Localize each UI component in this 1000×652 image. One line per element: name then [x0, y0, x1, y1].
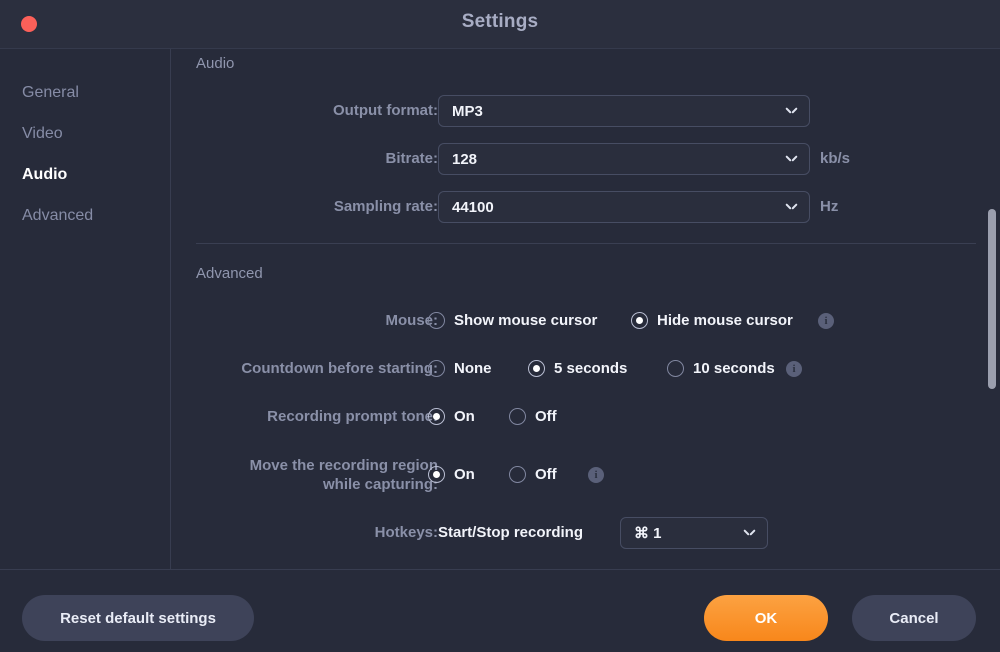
hotkey-value: ⌘ 1	[634, 518, 662, 549]
window-title: Settings	[0, 11, 1000, 33]
section-heading-advanced: Advanced	[196, 265, 263, 282]
info-icon-countdown[interactable]	[786, 361, 802, 377]
output-format-select[interactable]: MP3	[438, 95, 810, 127]
chevron-down-icon	[786, 203, 797, 210]
radio-countdown-10-seconds[interactable]	[667, 360, 684, 377]
sidebar-item-general[interactable]: General	[22, 84, 79, 102]
label-move-region-line1: Move the recording region	[250, 457, 438, 474]
sampling-rate-select[interactable]: 44100	[438, 191, 810, 223]
radio-move-region-off[interactable]	[509, 466, 526, 483]
section-divider	[196, 243, 976, 244]
label-show-mouse-cursor[interactable]: Show mouse cursor	[454, 305, 597, 337]
label-move-region: Move the recording region while capturin…	[172, 456, 438, 494]
settings-sidebar: General Video Audio Advanced	[0, 49, 171, 569]
label-move-region-off[interactable]: Off	[535, 459, 557, 491]
sidebar-item-video[interactable]: Video	[22, 125, 63, 143]
content-scrollbar[interactable]	[988, 50, 996, 569]
label-prompt-tone: Recording prompt tone:	[172, 401, 438, 433]
unit-bitrate: kb/s	[820, 143, 850, 175]
sidebar-item-advanced[interactable]: Advanced	[22, 207, 93, 225]
row-output-format: Output format: MP3	[172, 95, 1000, 127]
row-sampling-rate: Sampling rate: 44100 Hz	[172, 191, 1000, 223]
label-countdown: Countdown before starting:	[172, 353, 438, 385]
label-countdown-5-seconds[interactable]: 5 seconds	[554, 353, 627, 385]
sampling-rate-value: 44100	[452, 192, 494, 223]
radio-show-mouse-cursor[interactable]	[428, 312, 445, 329]
cancel-button[interactable]: Cancel	[852, 595, 976, 641]
output-format-value: MP3	[452, 96, 483, 127]
title-bar: Settings	[0, 0, 1000, 48]
row-move-region: Move the recording region while capturin…	[172, 459, 1000, 491]
label-move-region-line2: while capturing:	[323, 476, 438, 493]
settings-content: Audio Output format: MP3 Bitrate: 128 kb…	[172, 49, 1000, 569]
reset-default-settings-button[interactable]: Reset default settings	[22, 595, 254, 641]
row-mouse: Mouse: Show mouse cursor Hide mouse curs…	[172, 305, 1000, 337]
chevron-down-icon	[786, 107, 797, 114]
radio-hide-mouse-cursor[interactable]	[631, 312, 648, 329]
label-mouse: Mouse:	[172, 305, 438, 337]
radio-move-region-on[interactable]	[428, 466, 445, 483]
radio-countdown-none[interactable]	[428, 360, 445, 377]
chevron-down-icon	[744, 529, 755, 536]
sidebar-item-audio[interactable]: Audio	[22, 166, 67, 184]
radio-countdown-5-seconds[interactable]	[528, 360, 545, 377]
label-prompt-tone-on[interactable]: On	[454, 401, 475, 433]
radio-prompt-tone-on[interactable]	[428, 408, 445, 425]
label-prompt-tone-off[interactable]: Off	[535, 401, 557, 433]
row-bitrate: Bitrate: 128 kb/s	[172, 143, 1000, 175]
label-hide-mouse-cursor[interactable]: Hide mouse cursor	[657, 305, 793, 337]
section-heading-audio: Audio	[196, 55, 234, 72]
hotkey-select[interactable]: ⌘ 1	[620, 517, 768, 549]
dialog-footer: Reset default settings OK Cancel	[0, 569, 1000, 652]
info-icon-hide-mouse-cursor[interactable]	[818, 313, 834, 329]
label-countdown-10-seconds[interactable]: 10 seconds	[693, 353, 775, 385]
bitrate-select[interactable]: 128	[438, 143, 810, 175]
settings-window: Settings General Video Audio Advanced Au…	[0, 0, 1000, 652]
chevron-down-icon	[786, 155, 797, 162]
label-bitrate: Bitrate:	[172, 143, 438, 175]
label-hotkeys: Hotkeys:	[172, 517, 438, 549]
dialog-body: General Video Audio Advanced Audio Outpu…	[0, 48, 1000, 569]
row-countdown: Countdown before starting: None 5 second…	[172, 353, 1000, 385]
row-hotkeys: Hotkeys: Start/Stop recording ⌘ 1	[172, 517, 1000, 549]
row-prompt-tone: Recording prompt tone: On Off	[172, 401, 1000, 433]
label-move-region-on[interactable]: On	[454, 459, 475, 491]
label-output-format: Output format:	[172, 95, 438, 127]
scrollbar-thumb[interactable]	[988, 209, 996, 389]
bitrate-value: 128	[452, 144, 477, 175]
ok-button[interactable]: OK	[704, 595, 828, 641]
info-icon-move-region[interactable]	[588, 467, 604, 483]
unit-sampling-rate: Hz	[820, 191, 838, 223]
radio-prompt-tone-off[interactable]	[509, 408, 526, 425]
hotkey-action-name: Start/Stop recording	[438, 517, 583, 549]
label-sampling-rate: Sampling rate:	[172, 191, 438, 223]
label-countdown-none[interactable]: None	[454, 353, 492, 385]
